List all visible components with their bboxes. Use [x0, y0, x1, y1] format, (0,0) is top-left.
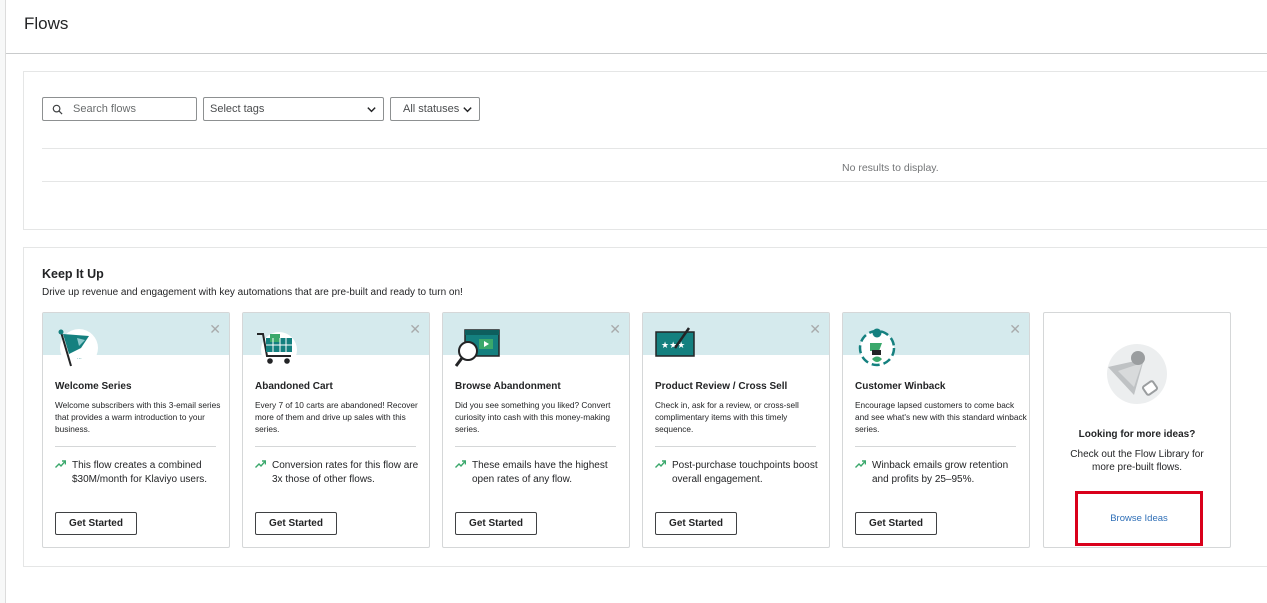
flow-card-customer-winback: ✕ Customer Winback Encourage lapsed cust…	[842, 312, 1030, 548]
search-icon	[52, 104, 63, 115]
page-title: Flows	[24, 14, 69, 33]
close-icon[interactable]: ✕	[809, 322, 821, 336]
cart-icon	[257, 332, 297, 368]
card-stat-text: These emails have the highest open rates…	[472, 460, 608, 485]
browse-ideas-highlight: Browse Ideas	[1075, 491, 1203, 546]
card-stat: Post-purchase touchpoints boost overall …	[655, 459, 822, 487]
section-title: Keep It Up	[42, 267, 104, 281]
card-title: Browse Abandonment	[455, 381, 561, 392]
flow-card-welcome-series: ✕ ··· Welcome Series Welcome subscribers…	[42, 312, 230, 548]
card-title: Product Review / Cross Sell	[655, 381, 788, 392]
status-select[interactable]: All statuses	[390, 97, 480, 121]
card-description: Did you see something you liked? Convert…	[455, 400, 611, 434]
card-title: Customer Winback	[855, 381, 946, 392]
filter-bar: Select tags All statuses	[42, 97, 480, 121]
more-ideas-description: Check out the Flow Library for more pre-…	[1070, 449, 1204, 473]
search-input[interactable]	[73, 103, 183, 115]
card-stat-text: Winback emails grow retention and profit…	[872, 460, 1009, 485]
magnifier-browser-icon	[455, 329, 500, 367]
trend-up-icon	[655, 460, 666, 468]
more-ideas-card: Looking for more ideas? Check out the Fl…	[1043, 312, 1231, 548]
get-started-button[interactable]: Get Started	[455, 512, 537, 535]
flows-page: Flows Select tags All statuses No result…	[6, 0, 1267, 603]
keep-it-up-panel: Keep It Up Drive up revenue and engageme…	[23, 247, 1267, 567]
get-started-button[interactable]: Get Started	[655, 512, 737, 535]
flow-card-browse-abandonment: ✕ Browse Abandonment Did you see somethi…	[442, 312, 630, 548]
empty-results-text: No results to display.	[842, 162, 939, 174]
svg-text:★★★: ★★★	[661, 341, 685, 351]
svg-text:···: ···	[77, 356, 82, 362]
page-header: Flows	[6, 0, 1267, 54]
card-stat-text: This flow creates a combined $30M/month …	[72, 460, 208, 485]
get-started-button[interactable]: Get Started	[255, 512, 337, 535]
flow-card-product-review: ✕ ★★★ Product Review / Cross Sell Check …	[642, 312, 830, 548]
search-box[interactable]	[42, 97, 197, 121]
flow-library-icon	[1107, 344, 1167, 404]
get-started-button[interactable]: Get Started	[855, 512, 937, 535]
winback-icon	[858, 328, 896, 367]
card-stat-text: Conversion rates for this flow are 3x th…	[272, 460, 419, 485]
card-stat: Winback emails grow retention and profit…	[855, 459, 1022, 487]
card-divider	[255, 446, 416, 447]
card-stat: This flow creates a combined $30M/month …	[55, 459, 222, 487]
trend-up-icon	[255, 460, 266, 468]
card-description: Every 7 of 10 carts are abandoned! Recov…	[255, 400, 418, 434]
close-icon[interactable]: ✕	[209, 322, 221, 336]
card-description: Welcome subscribers with this 3-email se…	[55, 400, 221, 434]
results-table: No results to display.	[42, 148, 1267, 182]
card-stat: Conversion rates for this flow are 3x th…	[255, 459, 422, 487]
card-title: Abandoned Cart	[255, 381, 333, 392]
card-description: Check in, ask for a review, or cross-sel…	[655, 400, 799, 434]
flows-list-panel: Select tags All statuses No results to d…	[23, 71, 1267, 230]
card-description: Encourage lapsed customers to come back …	[855, 400, 1027, 434]
card-stat: These emails have the highest open rates…	[455, 459, 622, 487]
more-ideas-title: Looking for more ideas?	[1078, 429, 1196, 440]
close-icon[interactable]: ✕	[1009, 322, 1021, 336]
tags-select-label: Select tags	[210, 103, 265, 115]
get-started-button[interactable]: Get Started	[55, 512, 137, 535]
browse-ideas-link[interactable]: Browse Ideas	[1110, 513, 1168, 524]
card-divider	[655, 446, 816, 447]
close-icon[interactable]: ✕	[609, 322, 621, 336]
card-divider	[455, 446, 616, 447]
review-stars-icon: ★★★	[655, 327, 695, 369]
chevron-down-icon	[367, 106, 376, 112]
trend-up-icon	[455, 460, 466, 468]
section-subtitle: Drive up revenue and engagement with key…	[42, 287, 463, 298]
status-select-label: All statuses	[403, 103, 460, 115]
trend-up-icon	[855, 460, 866, 468]
card-title: Welcome Series	[55, 381, 132, 392]
flag-icon: ···	[58, 329, 98, 367]
card-stat-text: Post-purchase touchpoints boost overall …	[672, 460, 818, 485]
tags-select[interactable]: Select tags	[203, 97, 384, 121]
trend-up-icon	[55, 460, 66, 468]
card-divider	[55, 446, 216, 447]
card-divider	[855, 446, 1016, 447]
flow-card-abandoned-cart: ✕ Abandoned Cart Every 7 of 10 carts are…	[242, 312, 430, 548]
chevron-down-icon	[463, 106, 472, 112]
close-icon[interactable]: ✕	[409, 322, 421, 336]
